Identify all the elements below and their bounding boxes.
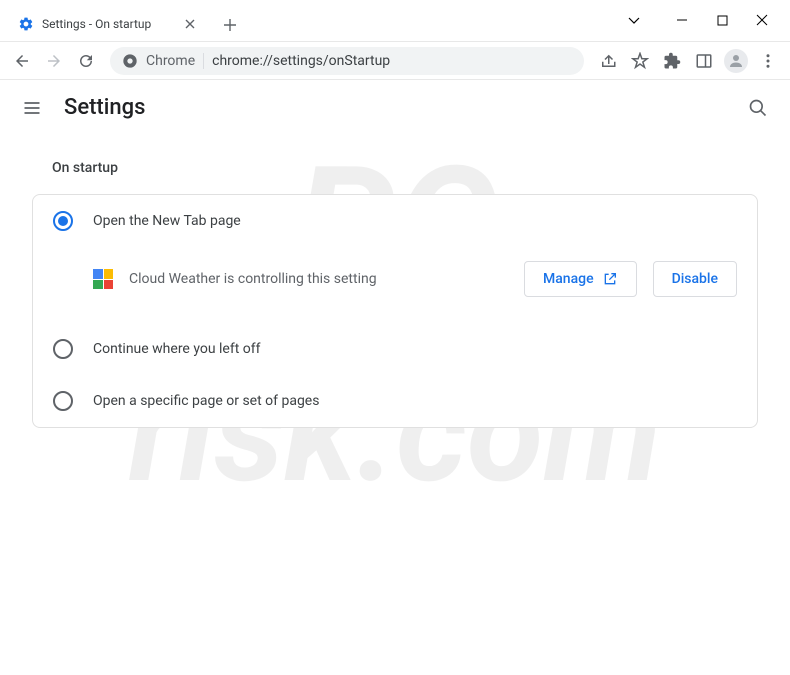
- address-bar: Chrome chrome://settings/onStartup: [0, 42, 790, 80]
- option-new-tab-page[interactable]: Open the New Tab page: [33, 195, 757, 247]
- settings-content: On startup Open the New Tab page Cloud W…: [0, 136, 790, 452]
- radio-unselected: [53, 391, 73, 411]
- extension-notice-row: Cloud Weather is controlling this settin…: [33, 247, 757, 317]
- back-button[interactable]: [8, 47, 36, 75]
- search-icon[interactable]: [746, 96, 770, 120]
- radio-selected: [53, 211, 73, 231]
- omnibox-url: chrome://settings/onStartup: [212, 53, 390, 69]
- new-tab-button[interactable]: [216, 11, 244, 39]
- extensions-icon[interactable]: [658, 47, 686, 75]
- radio-unselected: [53, 339, 73, 359]
- page-title: Settings: [64, 95, 145, 120]
- disable-button-label: Disable: [672, 271, 718, 287]
- omnibox[interactable]: Chrome chrome://settings/onStartup: [110, 47, 584, 75]
- share-icon[interactable]: [594, 47, 622, 75]
- extension-notice-text: Cloud Weather is controlling this settin…: [129, 271, 508, 287]
- settings-header: Settings: [0, 80, 790, 136]
- minimize-button[interactable]: [662, 5, 702, 35]
- close-window-button[interactable]: [742, 5, 782, 35]
- tab-strip: Settings - On startup: [0, 7, 614, 41]
- reload-button[interactable]: [72, 47, 100, 75]
- external-link-icon: [602, 271, 618, 287]
- tab-title: Settings - On startup: [42, 17, 174, 31]
- maximize-button[interactable]: [702, 5, 742, 35]
- section-title: On startup: [32, 160, 758, 176]
- profile-avatar[interactable]: [722, 47, 750, 75]
- manage-button[interactable]: Manage: [524, 261, 637, 297]
- option-specific-pages[interactable]: Open a specific page or set of pages: [33, 375, 757, 427]
- side-panel-icon[interactable]: [690, 47, 718, 75]
- divider: [203, 53, 204, 69]
- chevron-down-icon[interactable]: [614, 5, 654, 35]
- option-continue[interactable]: Continue where you left off: [33, 323, 757, 375]
- radio-label: Continue where you left off: [93, 341, 261, 357]
- hamburger-menu-icon[interactable]: [20, 96, 44, 120]
- disable-button[interactable]: Disable: [653, 261, 737, 297]
- radio-label: Open the New Tab page: [93, 213, 241, 229]
- window-titlebar: Settings - On startup: [0, 0, 790, 42]
- omnibox-scheme: Chrome: [146, 53, 195, 69]
- browser-tab[interactable]: Settings - On startup: [8, 7, 208, 41]
- window-controls: [614, 0, 790, 41]
- extension-app-icon: [93, 269, 113, 289]
- kebab-menu-icon[interactable]: [754, 47, 782, 75]
- forward-button[interactable]: [40, 47, 68, 75]
- radio-label: Open a specific page or set of pages: [93, 393, 319, 409]
- manage-button-label: Manage: [543, 271, 594, 287]
- bookmark-icon[interactable]: [626, 47, 654, 75]
- gear-icon: [18, 16, 34, 32]
- close-icon[interactable]: [182, 16, 198, 32]
- startup-options-card: Open the New Tab page Cloud Weather is c…: [32, 194, 758, 428]
- chrome-icon: [122, 53, 138, 69]
